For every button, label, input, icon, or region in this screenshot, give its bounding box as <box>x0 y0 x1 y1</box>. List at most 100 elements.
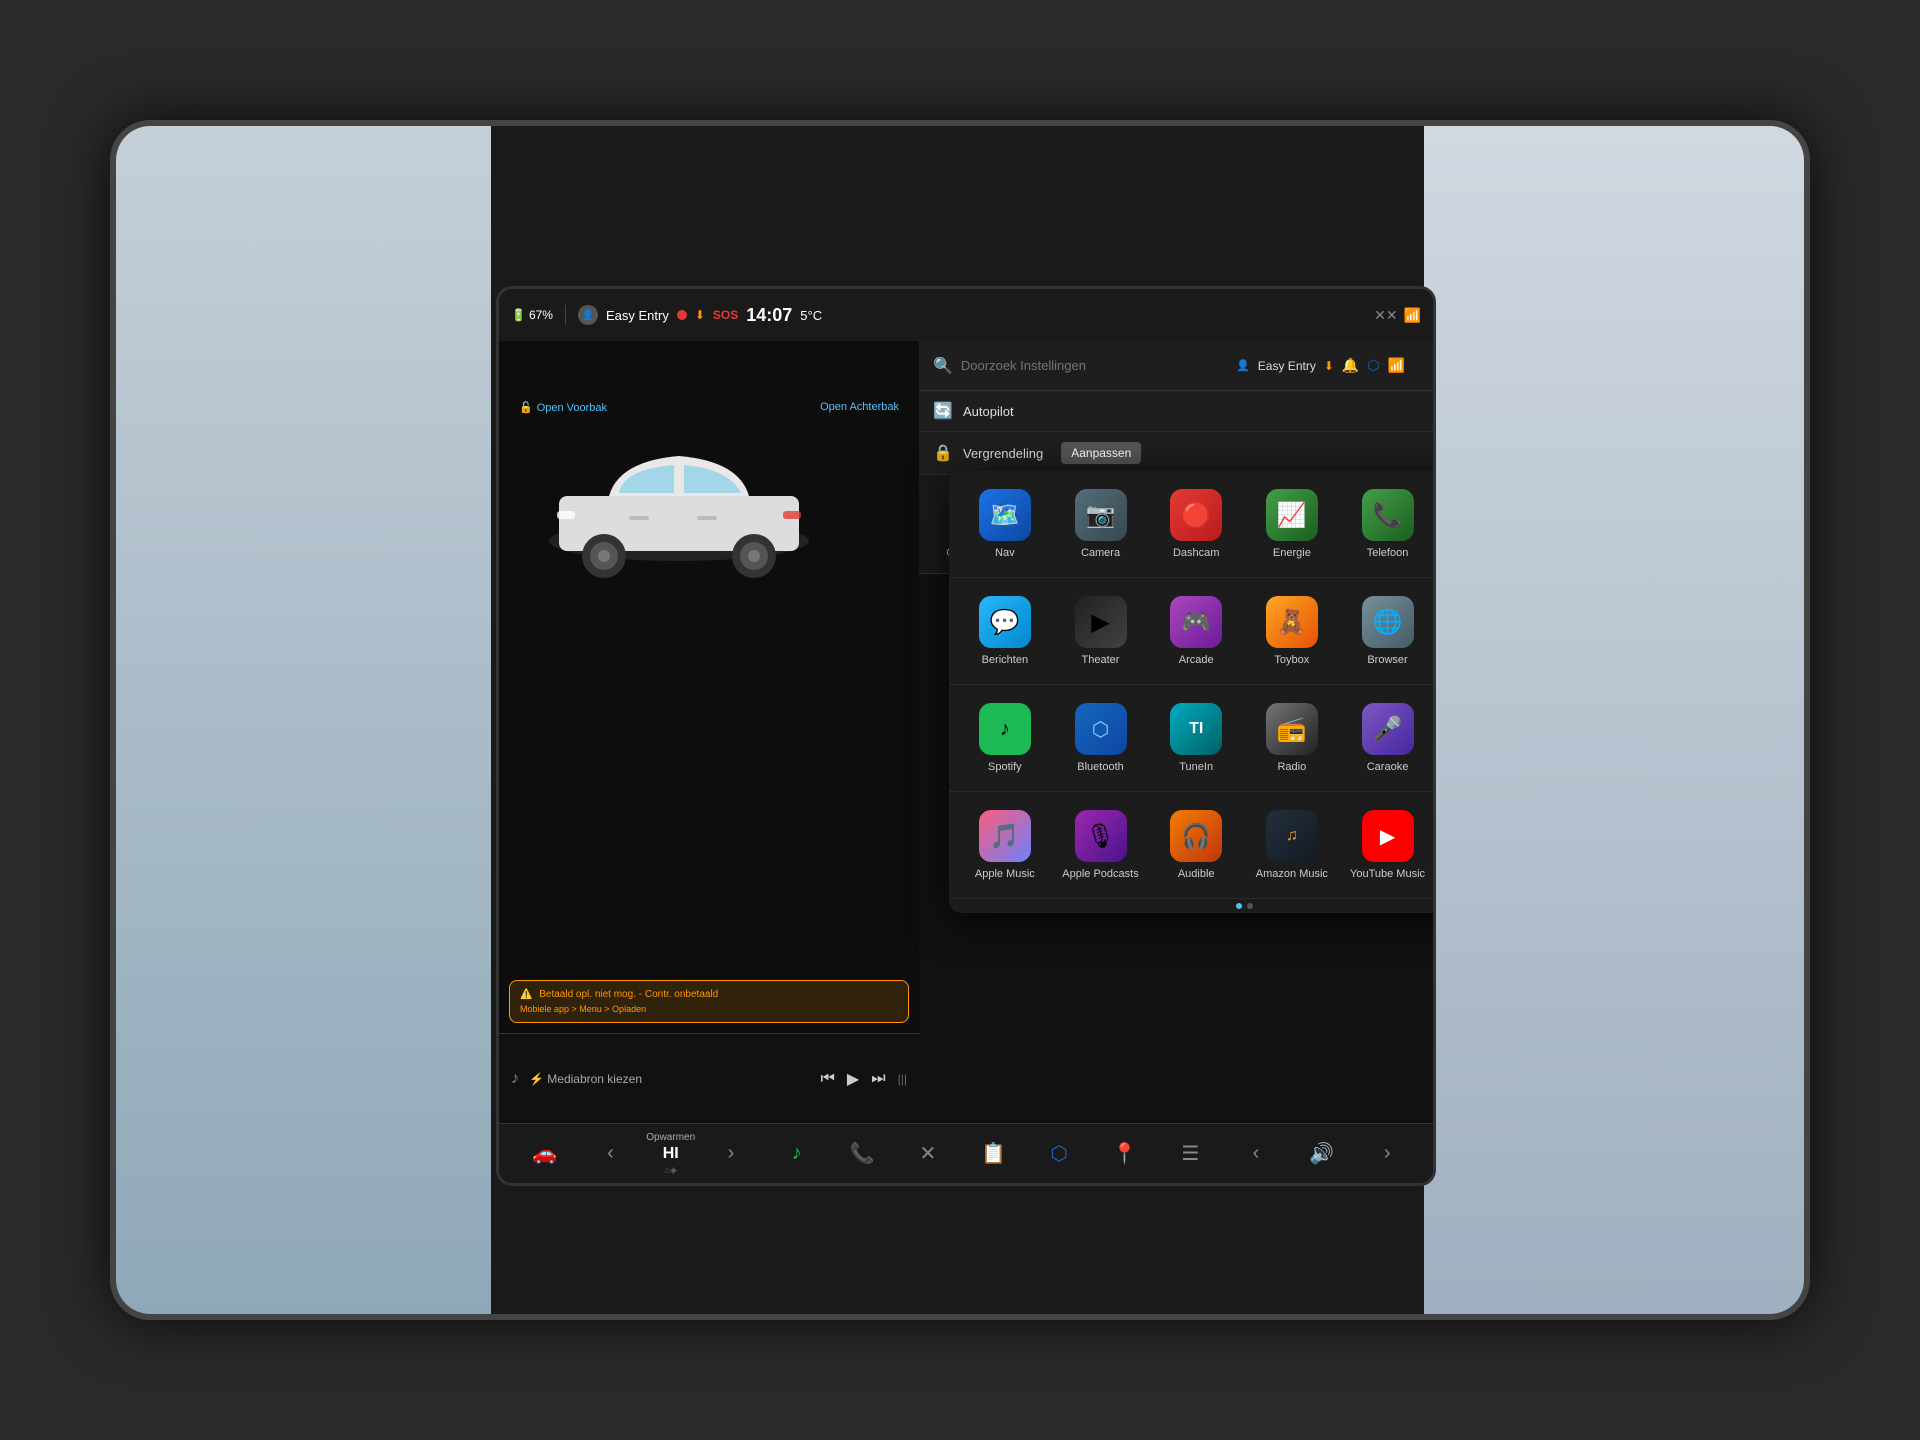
settings-icon[interactable]: ✕✕ <box>1374 307 1397 324</box>
sos-button[interactable]: SOS <box>713 308 738 322</box>
taskbar-heat: Opwarmen HI ⌂◈ <box>646 1132 695 1176</box>
bluetooth-icon-status[interactable]: ⬡ <box>1367 357 1379 374</box>
browser-icon: 🌐 <box>1362 596 1414 648</box>
eq-icon[interactable]: ||| <box>898 1072 907 1086</box>
tidal-app[interactable]: 〰 TIDAL <box>1435 697 1436 779</box>
heat-label: Opwarmen <box>646 1132 695 1143</box>
bell-icon[interactable]: 🔔 <box>1342 357 1359 374</box>
lock-icon-2: 🔒 <box>933 443 953 463</box>
search-icon: 🔍 <box>933 356 953 376</box>
energie-label: Energie <box>1273 547 1311 559</box>
lock-icon: 🔓 <box>519 401 533 414</box>
window-right-bg <box>1424 126 1804 1314</box>
bluetooth-app[interactable]: ⬡ Bluetooth <box>1053 697 1149 779</box>
agenda-app[interactable]: 📅 Agenda <box>1435 483 1436 565</box>
arcade-app[interactable]: 🎮 Arcade <box>1148 590 1244 672</box>
taskbar-next[interactable]: › <box>701 1131 761 1177</box>
scroll-dot-2 <box>1247 903 1253 909</box>
radio-app[interactable]: 📻 Radio <box>1244 697 1340 779</box>
apple-music-app[interactable]: 🎵 Apple Music <box>957 804 1053 886</box>
browser-app[interactable]: 🌐 Browser <box>1340 590 1436 672</box>
audible-icon: 🎧 <box>1170 810 1222 862</box>
tunein-label: TuneIn <box>1179 761 1213 773</box>
taskbar-list[interactable]: ☰ <box>1161 1131 1221 1177</box>
taskbar-prev[interactable]: ‹ <box>581 1131 641 1177</box>
toybox-app[interactable]: 🧸 Toybox <box>1244 590 1340 672</box>
warning-box: ⚠️ Betaald opl. niet mog. - Contr. onbet… <box>509 980 909 1023</box>
easy-entry-label: Easy Entry <box>606 308 669 323</box>
download-icon: ⬇ <box>695 308 705 322</box>
telefoon-app[interactable]: 📞 Telefoon <box>1340 483 1436 565</box>
caraoke-app[interactable]: 🎤 Caraoke <box>1340 697 1436 779</box>
taskbar-bluetooth-bar[interactable]: ⬡ <box>1029 1131 1089 1177</box>
audible-app[interactable]: 🎧 Audible <box>1148 804 1244 886</box>
camera-app[interactable]: 📷 Camera <box>1053 483 1149 565</box>
taskbar-contacts[interactable]: 📋 <box>964 1131 1024 1177</box>
youtube-music-icon: ▶ <box>1362 810 1414 862</box>
dashcam-label: Dashcam <box>1173 547 1219 559</box>
play-button[interactable]: ▶ <box>847 1069 859 1089</box>
battery-indicator: 🔋 67% <box>511 308 553 322</box>
radio-icon: 📻 <box>1266 703 1318 755</box>
caraoke-icon: 🎤 <box>1362 703 1414 755</box>
temperature: 5°C <box>800 308 822 323</box>
taskbar-car[interactable]: 🚗 <box>515 1131 575 1177</box>
device-frame: 🔋 67% 👤 Easy Entry ⬇ SOS 14:07 5°C ✕✕ 📶 <box>110 120 1810 1320</box>
heat-sub: ⌂◈ <box>665 1165 677 1176</box>
car-illustration <box>529 441 829 581</box>
right-panel: 🔍 👤 Easy Entry ⬇ 🔔 ⬡ 📶 🔄 <box>919 341 1433 1123</box>
amazon-music-label: Amazon Music <box>1256 868 1328 880</box>
dashcam-icon: 🔴 <box>1170 489 1222 541</box>
apple-podcasts-app[interactable]: 🎙 Apple Podcasts <box>1053 804 1149 886</box>
open-achterbak[interactable]: Open Achterbak <box>820 401 899 413</box>
arcade-icon: 🎮 <box>1170 596 1222 648</box>
autopilot-icon: 🔄 <box>933 401 953 421</box>
scroll-dot-1 <box>1236 903 1242 909</box>
telefoon-label: Telefoon <box>1367 547 1409 559</box>
taskbar: 🚗 ‹ Opwarmen HI ⌂◈ › ♪ 📞 ✕ 📋 ⬡ 📍 ☰ ‹ 🔊 › <box>499 1123 1433 1183</box>
handleiding-app[interactable]: ℹ Handleiding <box>1435 590 1436 672</box>
spotify-app[interactable]: ♪ Spotify <box>957 697 1053 779</box>
media-source[interactable]: ⚡ Mediabron kiezen <box>529 1072 642 1086</box>
open-voorbak[interactable]: 🔓 Open Voorbak <box>519 401 607 414</box>
camera-icon: 📷 <box>1075 489 1127 541</box>
telefoon-icon: 📞 <box>1362 489 1414 541</box>
dashcam-app[interactable]: 🔴 Dashcam <box>1148 483 1244 565</box>
audible-label: Audible <box>1178 868 1215 880</box>
taskbar-map-pin[interactable]: 📍 <box>1095 1131 1155 1177</box>
clock: 14:07 <box>746 305 792 326</box>
profile-icon[interactable]: 👤 <box>578 305 598 325</box>
radio-label: Radio <box>1277 761 1306 773</box>
taskbar-phone[interactable]: 📞 <box>832 1131 892 1177</box>
tunein-app[interactable]: TI TuneIn <box>1148 697 1244 779</box>
youtube-music-app[interactable]: ▶ YouTube Music <box>1340 804 1436 886</box>
search-input[interactable] <box>961 358 1214 373</box>
easy-entry-label-2[interactable]: Easy Entry <box>1258 359 1316 373</box>
scroll-dots <box>949 899 1436 913</box>
browser-label: Browser <box>1367 654 1407 666</box>
taskbar-next-vol[interactable]: › <box>1357 1131 1417 1177</box>
energie-app[interactable]: 📈 Energie <box>1244 483 1340 565</box>
youtube-music-label: YouTube Music <box>1350 868 1425 880</box>
dropdown-autopilot[interactable]: 🔄 Autopilot <box>919 391 1433 432</box>
aanpassen-tooltip[interactable]: Aanpassen <box>1061 442 1141 464</box>
taskbar-prev-vol[interactable]: ‹ <box>1226 1131 1286 1177</box>
app-row-4: 🎵 Apple Music 🎙 Apple Podcasts 🎧 Audible <box>949 792 1436 899</box>
prev-button[interactable]: ⏮ <box>821 1070 835 1088</box>
amazon-music-app[interactable]: ♫ Amazon Music <box>1244 804 1340 886</box>
music-icon: ♪ <box>511 1070 519 1088</box>
dropdown-vergrendeling[interactable]: 🔒 Vergrendeling Aanpassen <box>919 432 1433 475</box>
taskbar-volume[interactable]: 🔊 <box>1292 1131 1352 1177</box>
amazon-music-icon: ♫ <box>1266 810 1318 862</box>
heat-value[interactable]: HI <box>663 1145 679 1163</box>
next-button[interactable]: ⏭ <box>871 1070 885 1088</box>
nav-app[interactable]: 🗺️ Nav <box>957 483 1053 565</box>
berichten-app[interactable]: 💬 Berichten <box>957 590 1053 672</box>
taskbar-x[interactable]: ✕ <box>898 1131 958 1177</box>
caraoke-label: Caraoke <box>1367 761 1409 773</box>
battery-value: 67% <box>529 308 553 322</box>
app-grid-overlay: 🗺️ Nav 📷 Camera 🔴 Dashcam 📈 <box>949 471 1436 913</box>
theater-app[interactable]: ▶ Theater <box>1053 590 1149 672</box>
taskbar-spotify[interactable]: ♪ <box>767 1131 827 1177</box>
warning-text: Betaald opl. niet mog. - Contr. onbetaal… <box>539 989 718 1000</box>
